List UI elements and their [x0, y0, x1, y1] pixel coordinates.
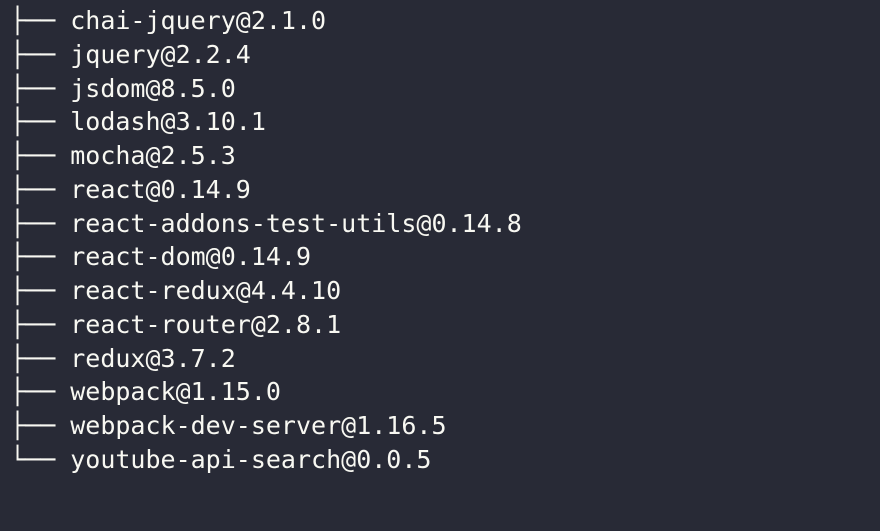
package-name: lodash@3.10.1	[70, 105, 266, 139]
package-line: ├── react-router@2.8.1	[10, 308, 870, 342]
tree-branch-icon: ├──	[10, 375, 70, 409]
tree-branch-icon: ├──	[10, 139, 70, 173]
package-line: ├── jquery@2.2.4	[10, 38, 870, 72]
package-line: ├── react-addons-test-utils@0.14.8	[10, 207, 870, 241]
package-name: react@0.14.9	[70, 173, 251, 207]
package-line: ├── react@0.14.9	[10, 173, 870, 207]
package-name: react-dom@0.14.9	[70, 240, 311, 274]
tree-branch-icon: ├──	[10, 308, 70, 342]
package-name: react-router@2.8.1	[70, 308, 341, 342]
tree-branch-icon: ├──	[10, 72, 70, 106]
package-line: └── youtube-api-search@0.0.5	[10, 443, 870, 477]
package-name: webpack@1.15.0	[70, 375, 281, 409]
package-name: chai-jquery@2.1.0	[70, 4, 326, 38]
package-line: ├── react-dom@0.14.9	[10, 240, 870, 274]
package-name: webpack-dev-server@1.16.5	[70, 409, 446, 443]
tree-branch-icon: ├──	[10, 342, 70, 376]
tree-branch-icon: ├──	[10, 409, 70, 443]
package-name: react-addons-test-utils@0.14.8	[70, 207, 522, 241]
package-line: ├── webpack-dev-server@1.16.5	[10, 409, 870, 443]
package-line: ├── jsdom@8.5.0	[10, 72, 870, 106]
tree-branch-icon: └──	[10, 443, 70, 477]
package-name: jsdom@8.5.0	[70, 72, 236, 106]
package-name: youtube-api-search@0.0.5	[70, 443, 431, 477]
tree-branch-icon: ├──	[10, 4, 70, 38]
tree-branch-icon: ├──	[10, 173, 70, 207]
tree-branch-icon: ├──	[10, 38, 70, 72]
tree-branch-icon: ├──	[10, 207, 70, 241]
package-line: ├── react-redux@4.4.10	[10, 274, 870, 308]
package-name: react-redux@4.4.10	[70, 274, 341, 308]
package-line: ├── mocha@2.5.3	[10, 139, 870, 173]
tree-branch-icon: ├──	[10, 274, 70, 308]
package-name: mocha@2.5.3	[70, 139, 236, 173]
terminal-output: ├── chai-jquery@2.1.0├── jquery@2.2.4├──…	[10, 4, 870, 477]
package-line: ├── redux@3.7.2	[10, 342, 870, 376]
package-line: ├── webpack@1.15.0	[10, 375, 870, 409]
tree-branch-icon: ├──	[10, 105, 70, 139]
package-line: ├── chai-jquery@2.1.0	[10, 4, 870, 38]
package-name: redux@3.7.2	[70, 342, 236, 376]
package-name: jquery@2.2.4	[70, 38, 251, 72]
tree-branch-icon: ├──	[10, 240, 70, 274]
package-line: ├── lodash@3.10.1	[10, 105, 870, 139]
